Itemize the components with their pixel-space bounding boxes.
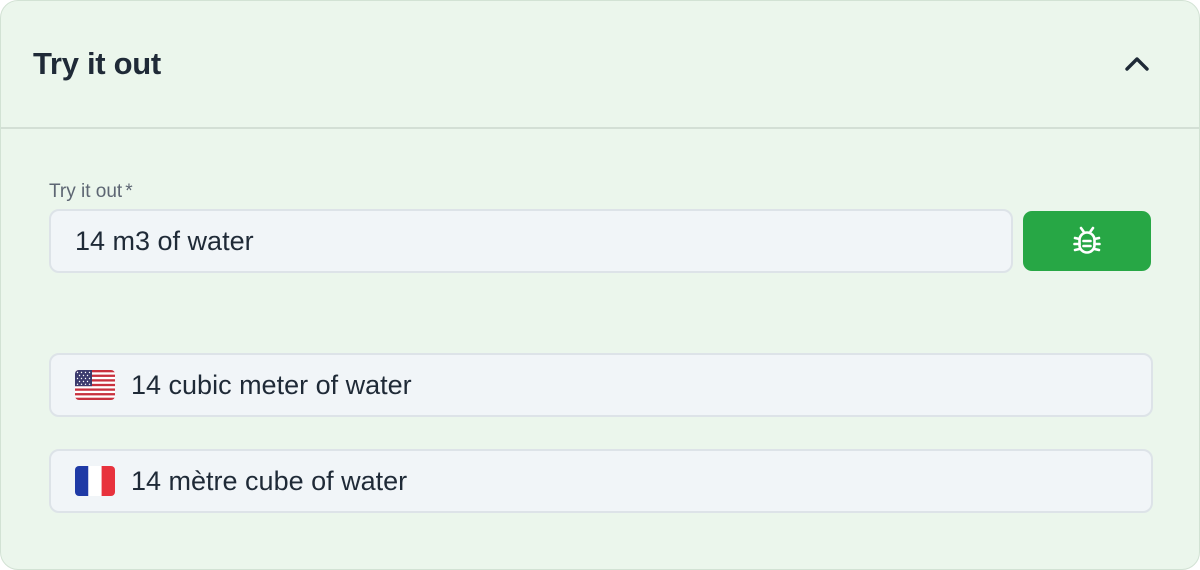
panel-header[interactable]: Try it out [1,1,1199,129]
france-flag-icon [75,466,115,496]
panel-body: Try it out * 14 m3 of water 14 cubic met… [1,180,1199,513]
bug-icon [1073,226,1101,254]
result-text: 14 mètre cube of water [131,465,408,496]
try-it-out-input[interactable] [49,209,1014,273]
field-label-text: Try it out [49,181,123,202]
field-label: Try it out * [49,180,1151,204]
us-flag-icon [75,370,115,400]
chevron-up-icon [1125,57,1149,71]
required-marker: * [125,181,133,202]
collapse-button[interactable] [1119,46,1155,82]
debug-button[interactable] [1023,211,1151,271]
result-text: 14 cubic meter of water [131,369,412,400]
input-row [49,209,1151,273]
result-item-french: 14 mètre cube of water [49,449,1153,513]
result-item-english: 14 cubic meter of water [49,353,1153,417]
panel-title: Try it out [33,46,161,81]
try-it-out-panel: Try it out Try it out * 14 m3 of water 1… [0,0,1200,570]
